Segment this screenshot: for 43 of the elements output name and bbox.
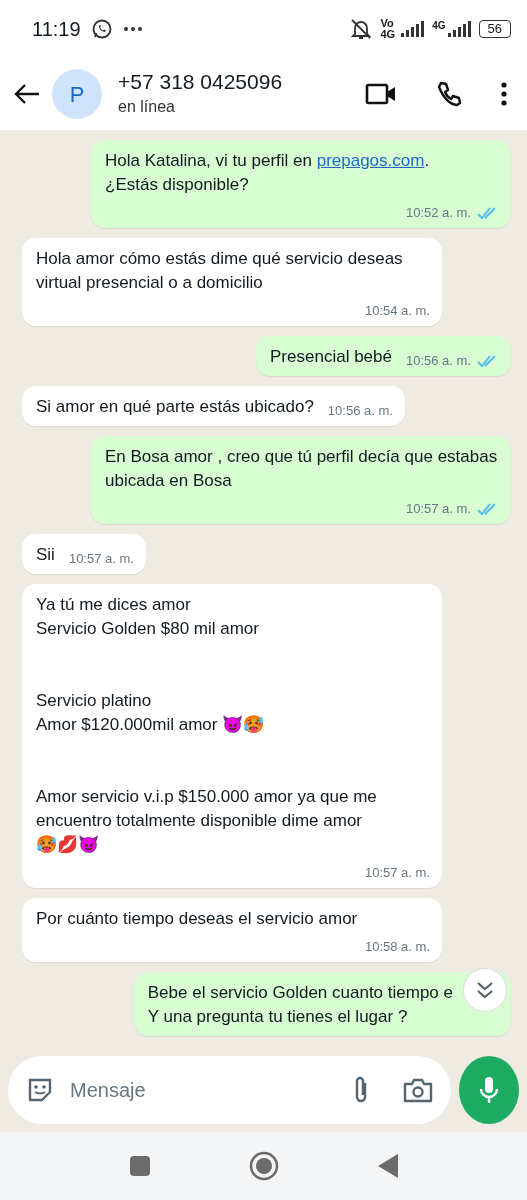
muted-bell-icon	[348, 17, 373, 41]
network-label: Vo 4G	[380, 18, 396, 40]
message-text: Hola amor cómo estás dime qué servicio deseas virtual presencial o a domicilio	[36, 248, 404, 294]
avatar[interactable]: P	[52, 69, 102, 119]
message-text: Sii	[36, 544, 55, 566]
battery-indicator: 56	[478, 20, 511, 38]
chat-app-icon	[90, 18, 113, 40]
triangle-back-icon	[376, 1153, 399, 1179]
message-time: 10:57 a. m.	[68, 550, 134, 568]
home-circle-icon	[248, 1151, 279, 1181]
message-text: Presencial bebé	[270, 346, 392, 368]
video-camera-icon	[365, 82, 397, 106]
message-text: En Bosa amor , creo que tú perfil decía que estabas ubicada en Bosa	[105, 446, 499, 492]
message-time: 10:54 a. m.	[364, 302, 430, 320]
message-text: Por cuánto tiempo deseas el servicio amor	[36, 908, 358, 930]
message-text: Hola Katalina, vi tu perfil en prepagos.com. ¿Estás disponible?	[105, 150, 430, 196]
message-time: 10:56 a. m.	[327, 402, 393, 420]
clock-time: 11:19	[32, 17, 81, 42]
message-text: Ya tú me dices amor Servicio Golden $80 mil amor Servicio platino Amor $120.000mil amor 😈🥵 Amor servicio v.i.p $150.000 amor ya que me encuentro totalmente disponible dime amor 🥵💋😈	[36, 594, 378, 856]
message-time: 10:52 a. m.	[405, 204, 471, 222]
double-chevron-icon	[475, 980, 495, 1000]
message-link[interactable]: prepagos.com	[316, 151, 425, 170]
back-arrow-icon	[14, 83, 40, 105]
message-time: 10:57 a. m.	[405, 500, 471, 518]
phone-icon	[435, 80, 463, 108]
message-time: 10:57 a. m.	[364, 864, 430, 882]
message-text: Bebe el servicio Golden cuanto tiempo e Y una pregunta tu tienes el lugar ?	[147, 982, 453, 1028]
message-time: 10:56 a. m.	[405, 352, 471, 370]
message-input[interactable]: Mensaje	[68, 1074, 337, 1106]
camera-icon[interactable]	[403, 1077, 433, 1103]
microphone-icon	[478, 1075, 500, 1105]
message-text: Si amor en qué parte estás ubicado?	[36, 396, 314, 418]
menu-icon	[501, 82, 507, 106]
sticker-icon[interactable]	[26, 1076, 54, 1104]
network-label: 4G	[432, 19, 446, 33]
signal-icon	[447, 21, 471, 37]
contact-name[interactable]: +57 318 0425096	[118, 69, 353, 95]
square-icon	[128, 1155, 151, 1177]
presence-status: en línea	[118, 97, 176, 117]
message-field[interactable]: Mensaje	[8, 1056, 451, 1124]
message-time: 10:58 a. m.	[364, 938, 430, 956]
signal-icon	[401, 21, 425, 37]
more-icon	[122, 26, 143, 32]
